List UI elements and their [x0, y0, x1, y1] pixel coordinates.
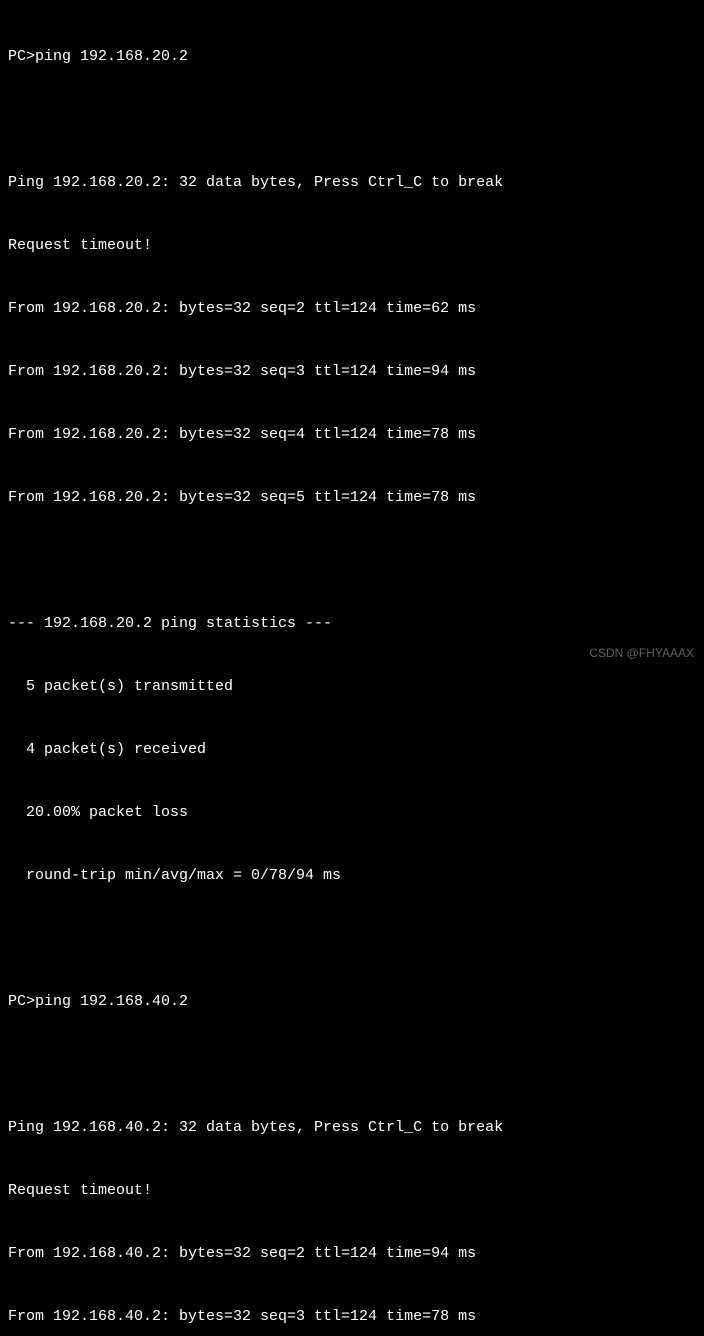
terminal-line — [8, 928, 696, 949]
terminal-line: From 192.168.40.2: bytes=32 seq=2 ttl=12… — [8, 1243, 696, 1264]
terminal-line: Ping 192.168.20.2: 32 data bytes, Press … — [8, 172, 696, 193]
terminal-line: From 192.168.20.2: bytes=32 seq=3 ttl=12… — [8, 361, 696, 382]
terminal-line: 20.00% packet loss — [8, 802, 696, 823]
watermark-text: CSDN @FHYAAAX — [589, 645, 694, 662]
terminal-line: From 192.168.20.2: bytes=32 seq=5 ttl=12… — [8, 487, 696, 508]
terminal-line: --- 192.168.20.2 ping statistics --- — [8, 613, 696, 634]
terminal-line: PC>ping 192.168.20.2 — [8, 46, 696, 67]
terminal-line — [8, 550, 696, 571]
terminal-line: 4 packet(s) received — [8, 739, 696, 760]
terminal-line: 5 packet(s) transmitted — [8, 676, 696, 697]
terminal-line — [8, 109, 696, 130]
terminal-line: Ping 192.168.40.2: 32 data bytes, Press … — [8, 1117, 696, 1138]
terminal-line: Request timeout! — [8, 1180, 696, 1201]
terminal-line: From 192.168.40.2: bytes=32 seq=3 ttl=12… — [8, 1306, 696, 1327]
terminal-line: PC>ping 192.168.40.2 — [8, 991, 696, 1012]
terminal-line: From 192.168.20.2: bytes=32 seq=4 ttl=12… — [8, 424, 696, 445]
terminal-line: Request timeout! — [8, 235, 696, 256]
terminal-output[interactable]: PC>ping 192.168.20.2 Ping 192.168.20.2: … — [8, 4, 696, 1336]
terminal-line — [8, 1054, 696, 1075]
terminal-line: round-trip min/avg/max = 0/78/94 ms — [8, 865, 696, 886]
terminal-line: From 192.168.20.2: bytes=32 seq=2 ttl=12… — [8, 298, 696, 319]
